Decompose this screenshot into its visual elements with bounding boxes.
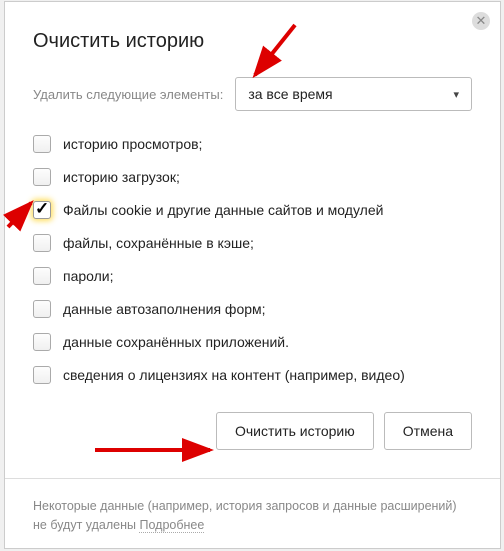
checkbox-row-app-data: данные сохранённых приложений. xyxy=(33,333,472,351)
footer-text: Некоторые данные (например, история запр… xyxy=(33,499,457,532)
more-info-link[interactable]: Подробнее xyxy=(139,518,204,533)
clear-history-button[interactable]: Очистить историю xyxy=(216,412,374,450)
footer-note: Некоторые данные (например, история запр… xyxy=(33,497,472,535)
checkbox-row-cache: файлы, сохранённые в кэше; xyxy=(33,234,472,252)
chevron-down-icon: ▾ xyxy=(453,88,459,101)
checkbox-browsing-history[interactable] xyxy=(33,135,51,153)
checkbox-cache[interactable] xyxy=(33,234,51,252)
dialog-title: Очистить историю xyxy=(33,30,472,53)
divider xyxy=(5,478,500,479)
checkbox-row-browsing-history: историю просмотров; xyxy=(33,135,472,153)
checkbox-label: историю загрузок; xyxy=(63,169,180,185)
checkbox-row-autofill: данные автозаполнения форм; xyxy=(33,300,472,318)
checkbox-label: файлы, сохранённые в кэше; xyxy=(63,235,254,251)
checkbox-download-history[interactable] xyxy=(33,168,51,186)
checkbox-row-licenses: сведения о лицензиях на контент (наприме… xyxy=(33,366,472,384)
checkbox-label: сведения о лицензиях на контент (наприме… xyxy=(63,367,405,383)
time-range-select[interactable]: за все время ▾ xyxy=(235,77,472,111)
dialog-buttons: Очистить историю Отмена xyxy=(33,412,472,450)
checkbox-row-cookies: Файлы cookie и другие данные сайтов и мо… xyxy=(33,201,472,219)
checkbox-passwords[interactable] xyxy=(33,267,51,285)
checkbox-label: данные сохранённых приложений. xyxy=(63,334,289,350)
checkbox-row-download-history: историю загрузок; xyxy=(33,168,472,186)
checkbox-label: данные автозаполнения форм; xyxy=(63,301,266,317)
time-range-label: Удалить следующие элементы: xyxy=(33,87,223,102)
cancel-button[interactable]: Отмена xyxy=(384,412,472,450)
clear-history-dialog: ✕ Очистить историю Удалить следующие эле… xyxy=(4,1,501,549)
checkbox-licenses[interactable] xyxy=(33,366,51,384)
checkbox-cookies[interactable] xyxy=(33,201,51,219)
checkbox-label: Файлы cookie и другие данные сайтов и мо… xyxy=(63,202,383,218)
checkbox-label: историю просмотров; xyxy=(63,136,202,152)
time-range-row: Удалить следующие элементы: за все время… xyxy=(33,77,472,111)
checkbox-row-passwords: пароли; xyxy=(33,267,472,285)
checkbox-app-data[interactable] xyxy=(33,333,51,351)
checkbox-label: пароли; xyxy=(63,268,114,284)
checkbox-list: историю просмотров; историю загрузок; Фа… xyxy=(33,135,472,384)
checkbox-autofill[interactable] xyxy=(33,300,51,318)
time-range-value: за все время xyxy=(248,86,332,102)
close-button[interactable]: ✕ xyxy=(472,12,490,30)
